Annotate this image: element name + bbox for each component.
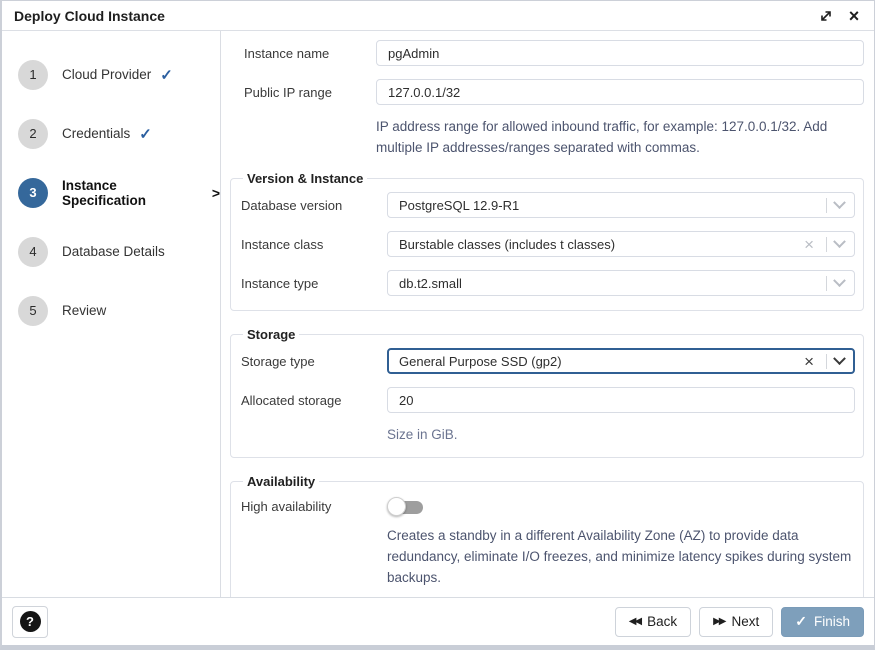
database-version-label: Database version (241, 198, 387, 213)
step-review[interactable]: 5 Review (2, 281, 220, 340)
storage-type-select[interactable]: General Purpose SSD (gp2) × (387, 348, 855, 374)
step-number-badge: 2 (18, 119, 48, 149)
instance-type-label: Instance type (241, 276, 387, 291)
chevron-down-icon (833, 235, 846, 248)
step-number-badge: 3 (18, 178, 48, 208)
finish-button[interactable]: ✓ Finish (781, 607, 864, 637)
instance-specification-form: Instance name Public IP range IP address… (221, 31, 874, 597)
step-done-check-icon: ✓ (139, 125, 152, 143)
public-ip-range-input[interactable] (376, 79, 864, 105)
allocated-storage-helper-text: Size in GiB. (387, 424, 855, 445)
dialog-footer: ? ◀◀ Back ▶▶ Next ✓ Finish (2, 597, 874, 645)
maximize-icon[interactable] (818, 8, 834, 24)
step-number-badge: 1 (18, 60, 48, 90)
help-button[interactable]: ? (12, 606, 48, 638)
step-database-details[interactable]: 4 Database Details (2, 222, 220, 281)
instance-name-input[interactable] (376, 40, 864, 66)
deploy-cloud-instance-dialog: Deploy Cloud Instance × 1 Cloud Provider… (0, 0, 875, 650)
current-step-arrow-icon: > (212, 185, 220, 201)
help-icon: ? (20, 611, 41, 632)
storage-type-label: Storage type (241, 354, 387, 369)
database-version-select[interactable]: PostgreSQL 12.9-R1 (387, 192, 855, 218)
storage-group: Storage Storage type General Purpose SSD… (230, 327, 864, 458)
back-icon: ◀◀ (629, 616, 640, 627)
instance-type-select[interactable]: db.t2.small (387, 270, 855, 296)
high-availability-helper-text: Creates a standby in a different Availab… (387, 525, 855, 588)
chevron-down-icon (833, 274, 846, 287)
step-cloud-provider[interactable]: 1 Cloud Provider ✓ (2, 45, 220, 104)
instance-name-label: Instance name (230, 46, 376, 61)
chevron-down-icon (833, 196, 846, 209)
clear-selection-icon[interactable]: × (798, 236, 820, 253)
step-credentials[interactable]: 2 Credentials ✓ (2, 104, 220, 163)
instance-class-select[interactable]: Burstable classes (includes t classes) × (387, 231, 855, 257)
storage-legend: Storage (243, 327, 299, 342)
next-icon: ▶▶ (713, 616, 724, 627)
step-number-badge: 5 (18, 296, 48, 326)
chevron-down-icon (833, 352, 846, 365)
back-button[interactable]: ◀◀ Back (615, 607, 691, 637)
allocated-storage-label: Allocated storage (241, 393, 387, 408)
availability-group: Availability High availability Creates a… (230, 474, 864, 597)
availability-legend: Availability (243, 474, 319, 489)
high-availability-toggle[interactable] (387, 497, 424, 517)
allocated-storage-input[interactable] (387, 387, 855, 413)
version-instance-legend: Version & Instance (243, 171, 367, 186)
close-icon[interactable]: × (846, 8, 862, 24)
instance-class-label: Instance class (241, 237, 387, 252)
clear-selection-icon[interactable]: × (798, 353, 820, 370)
dialog-title: Deploy Cloud Instance (14, 8, 165, 24)
step-instance-specification[interactable]: 3 Instance Specification > (2, 163, 220, 222)
dialog-titlebar: Deploy Cloud Instance × (2, 1, 874, 31)
step-number-badge: 4 (18, 237, 48, 267)
version-instance-group: Version & Instance Database version Post… (230, 171, 864, 311)
public-ip-helper-text: IP address range for allowed inbound tra… (376, 116, 864, 158)
wizard-steps-sidebar: 1 Cloud Provider ✓ 2 Credentials ✓ 3 Ins… (2, 31, 221, 597)
high-availability-label: High availability (241, 495, 387, 514)
step-done-check-icon: ✓ (160, 66, 173, 84)
next-button[interactable]: ▶▶ Next (699, 607, 773, 637)
public-ip-range-label: Public IP range (230, 85, 376, 100)
finish-check-icon: ✓ (795, 613, 807, 630)
